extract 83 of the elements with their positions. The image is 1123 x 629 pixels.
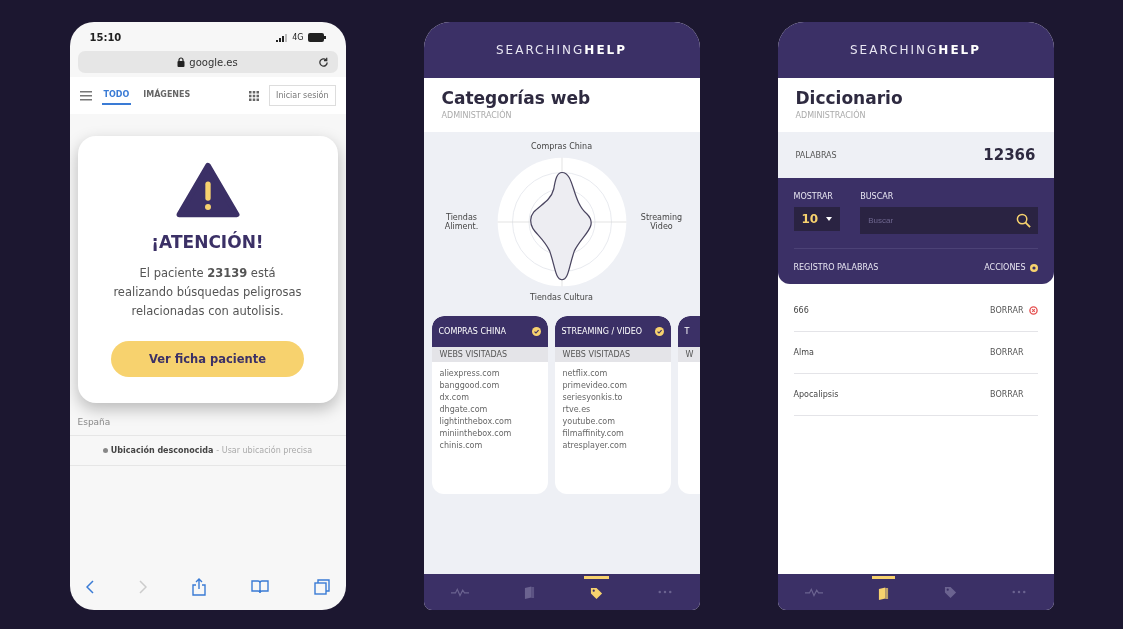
delete-link[interactable]: BORRAR	[990, 306, 1024, 315]
page-title: Diccionario	[795, 88, 904, 108]
address-bar[interactable]: google.es	[77, 51, 338, 73]
axis-label: Streaming Video	[639, 213, 684, 231]
url-text: google.es	[189, 56, 238, 68]
network-label: 4G	[292, 33, 304, 42]
search-tab[interactable]: TODO	[101, 86, 132, 105]
country-label: España	[69, 416, 346, 436]
location-status: Ubicación desconocida	[110, 445, 214, 455]
alert-message: El paciente 23139 está realizando búsquedas peligrosas relacionadas con autolisis.	[112, 265, 303, 320]
tabs-icon[interactable]	[313, 579, 330, 595]
lock-icon	[177, 57, 186, 67]
logo-text: SEARCHING	[849, 43, 939, 57]
site-entry: miniinthebox.com	[439, 429, 513, 438]
page-subtitle: ADMINISTRACIÓN	[441, 111, 513, 120]
signal-icon	[276, 33, 289, 42]
card-title: COMPRAS CHINA	[438, 327, 506, 336]
search-icon[interactable]	[1015, 213, 1031, 228]
site-entry: filmaffinity.com	[562, 429, 625, 438]
logo-text: SEARCHING	[495, 43, 585, 57]
location-dot-icon	[102, 447, 108, 453]
alert-title: ¡ATENCIÓN!	[151, 232, 264, 252]
menu-icon[interactable]	[79, 90, 92, 101]
pulse-icon	[805, 587, 823, 597]
axis-label: Tiendas Aliment.	[443, 213, 480, 231]
site-entry: lightinthebox.com	[439, 417, 513, 426]
page-title: Categorías web	[441, 88, 592, 108]
site-entry: primevideo.com	[562, 381, 629, 390]
bookmarks-icon[interactable]	[250, 580, 269, 594]
card-title: T	[684, 327, 690, 336]
site-entry: rtve.es	[562, 405, 592, 414]
delete-link[interactable]: BORRAR	[990, 348, 1024, 357]
card-title: STREAMING / VIDEO	[561, 327, 643, 336]
pulse-icon	[451, 587, 469, 597]
count-label: PALABRAS	[795, 150, 837, 160]
apps-grid-icon[interactable]	[249, 90, 260, 101]
site-entry: atresplayer.com	[562, 441, 628, 450]
list-header: REGISTRO PALABRAS	[793, 263, 879, 272]
site-entry: aliexpress.com	[439, 369, 501, 378]
warning-icon	[175, 162, 240, 218]
page-subtitle: ADMINISTRACIÓN	[795, 111, 867, 120]
show-label: MOSTRAR	[793, 192, 834, 201]
actions-label: ACCIONES	[984, 263, 1026, 272]
search-tab[interactable]: IMÁGENES	[141, 86, 193, 105]
more-icon	[658, 590, 672, 594]
status-time: 15:10	[89, 32, 122, 43]
card-subheader: W	[677, 347, 700, 362]
axis-label: Compras China	[530, 142, 593, 151]
word-entry: 666	[793, 306, 809, 315]
site-entry: dx.com	[439, 393, 470, 402]
axis-label: Tiendas Cultura	[530, 293, 593, 302]
search-label: BUSCAR	[860, 192, 895, 201]
search-field[interactable]: Buscar	[860, 207, 1038, 234]
word-entry: Alma	[793, 348, 814, 357]
caret-icon	[826, 217, 833, 221]
site-entry: chinis.com	[439, 441, 484, 450]
more-icon	[1012, 590, 1026, 594]
word-entry: Apocalipsis	[793, 390, 839, 399]
site-entry: seriesyonkis.to	[562, 393, 624, 402]
site-entry: youtube.com	[562, 417, 617, 426]
site-entry: banggood.com	[439, 381, 501, 390]
back-icon[interactable]	[85, 580, 94, 594]
tag-icon	[590, 587, 603, 600]
check-icon	[531, 327, 541, 336]
battery-icon	[307, 33, 326, 42]
book-icon	[524, 585, 535, 599]
logo-text-bold: HELP	[584, 43, 628, 57]
tag-icon	[944, 585, 957, 599]
remove-icon[interactable]	[1028, 306, 1038, 315]
reload-icon[interactable]	[317, 56, 329, 68]
book-icon	[878, 587, 889, 600]
word-count: 12366	[983, 146, 1036, 164]
card-subheader: WEBS VISITADAS	[431, 347, 548, 362]
check-icon	[654, 327, 664, 336]
sign-in-button[interactable]: Iniciar sesión	[269, 85, 336, 106]
view-patient-button[interactable]: Ver ficha paciente	[110, 340, 305, 377]
site-entry: dhgate.com	[439, 405, 489, 414]
logo-text-bold: HELP	[938, 43, 982, 57]
page-size-select[interactable]: 10	[793, 207, 841, 231]
delete-link[interactable]: BORRAR	[990, 390, 1024, 399]
site-entry: netflix.com	[562, 369, 609, 378]
share-icon[interactable]	[191, 578, 206, 596]
card-subheader: WEBS VISITADAS	[554, 347, 671, 362]
